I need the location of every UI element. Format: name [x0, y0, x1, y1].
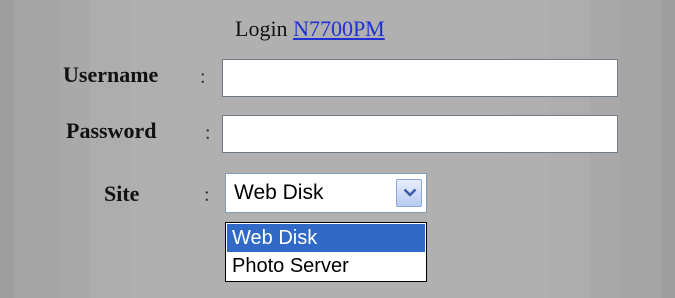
- password-colon: :: [205, 122, 211, 144]
- password-input[interactable]: [222, 115, 618, 153]
- username-label: Username: [63, 62, 159, 87]
- site-label: Site: [104, 181, 140, 206]
- password-label: Password: [66, 118, 157, 143]
- site-option-web-disk[interactable]: Web Disk: [227, 224, 425, 252]
- site-options-list: Web Disk Photo Server: [225, 222, 427, 282]
- site-select[interactable]: Web Disk: [225, 173, 427, 213]
- username-input[interactable]: [222, 59, 618, 97]
- site-colon: :: [204, 184, 210, 206]
- login-prefix: Login: [235, 16, 288, 41]
- username-colon: :: [200, 66, 206, 88]
- site-option-photo-server[interactable]: Photo Server: [227, 252, 425, 280]
- site-dropdown-button[interactable]: [396, 179, 422, 207]
- site-select-value: Web Disk: [234, 181, 324, 204]
- chevron-down-icon: [403, 188, 417, 197]
- page-title: Login N7700PM: [235, 16, 475, 42]
- device-link[interactable]: N7700PM: [293, 16, 385, 41]
